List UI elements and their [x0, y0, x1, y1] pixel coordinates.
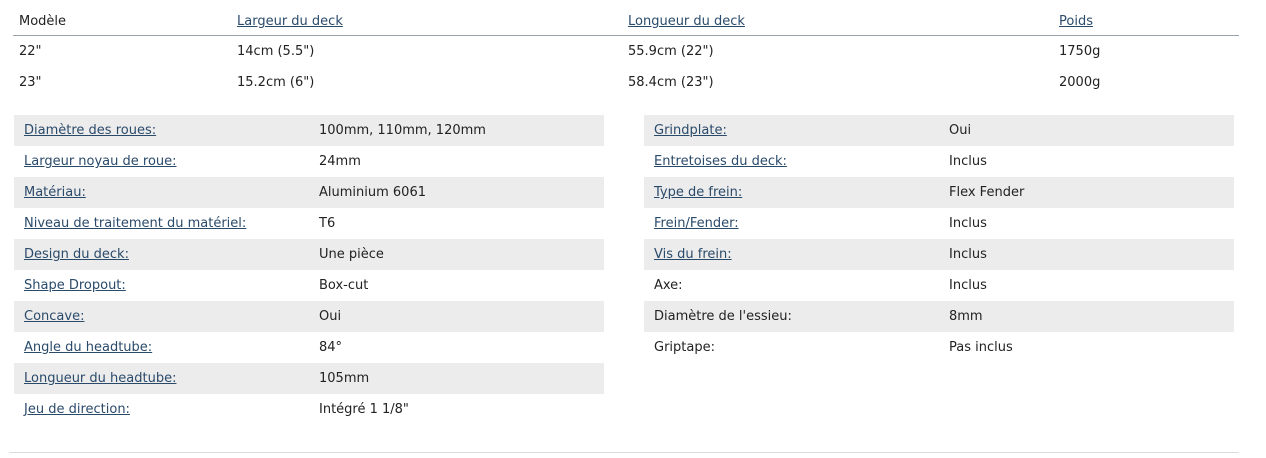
spec-row: Largeur noyau de roue: 24mm	[14, 146, 604, 177]
sizes-header-row: Modèle Largeur du deck Longueur du deck …	[13, 0, 1239, 36]
spec-row: Niveau de traitement du matériel: T6	[14, 208, 604, 239]
cell-longueur: 58.4cm (23")	[628, 75, 714, 90]
cell-poids: 2000g	[1059, 75, 1101, 90]
spec-row: Longueur du headtube: 105mm	[14, 363, 604, 394]
spec-label: Griptape:	[654, 340, 715, 355]
specs-left-table: Diamètre des roues: 100mm, 110mm, 120mm …	[14, 115, 604, 425]
spec-value: Flex Fender	[949, 185, 1025, 200]
spec-label-link[interactable]: Largeur noyau de roue:	[24, 146, 177, 177]
spec-label-link[interactable]: Concave:	[24, 301, 84, 332]
spec-row: Concave: Oui	[14, 301, 604, 332]
spec-label-link[interactable]: Jeu de direction:	[24, 394, 130, 425]
spec-label-link[interactable]: Angle du headtube:	[24, 332, 152, 363]
spec-label: Diamètre de l'essieu:	[654, 309, 792, 324]
spec-row: Diamètre des roues: 100mm, 110mm, 120mm	[14, 115, 604, 146]
cell-modele: 22"	[19, 44, 42, 59]
spec-value: Inclus	[949, 216, 987, 231]
specs-right-table: Grindplate: Oui Entretoises du deck: Inc…	[644, 115, 1234, 363]
spec-label-link[interactable]: Diamètre des roues:	[24, 115, 156, 146]
spec-row: Entretoises du deck: Inclus	[644, 146, 1234, 177]
spec-row: Grindplate: Oui	[644, 115, 1234, 146]
spec-row: Matériau: Aluminium 6061	[14, 177, 604, 208]
divider	[9, 452, 1239, 453]
spec-row: Diamètre de l'essieu: 8mm	[644, 301, 1234, 332]
spec-value: Pas inclus	[949, 340, 1013, 355]
cell-largeur: 14cm (5.5")	[237, 44, 315, 59]
spec-label-link[interactable]: Grindplate:	[654, 115, 727, 146]
cell-modele: 23"	[19, 75, 42, 90]
spec-value: Box-cut	[319, 278, 369, 293]
spec-row: Design du deck: Une pièce	[14, 239, 604, 270]
spec-value: 100mm, 110mm, 120mm	[319, 123, 486, 138]
spec-label: Axe:	[654, 278, 683, 293]
spec-value: Inclus	[949, 247, 987, 262]
spec-row: Shape Dropout: Box-cut	[14, 270, 604, 301]
spec-value: 84°	[319, 340, 343, 355]
sizes-table: Modèle Largeur du deck Longueur du deck …	[13, 0, 1239, 98]
cell-largeur: 15.2cm (6")	[237, 75, 315, 90]
table-row: 22" 14cm (5.5") 55.9cm (22") 1750g	[13, 36, 1239, 67]
spec-value: Oui	[319, 309, 342, 324]
spec-value: Oui	[949, 123, 972, 138]
spec-value: 105mm	[319, 371, 370, 386]
spec-value: Aluminium 6061	[319, 185, 426, 200]
spec-value: Intégré 1 1/8"	[319, 402, 409, 417]
spec-label-link[interactable]: Longueur du headtube:	[24, 363, 176, 394]
spec-value: Inclus	[949, 278, 987, 293]
spec-label-link[interactable]: Shape Dropout:	[24, 270, 126, 301]
spec-row: Vis du frein: Inclus	[644, 239, 1234, 270]
spec-label-link[interactable]: Vis du frein:	[654, 239, 732, 270]
spec-label-link[interactable]: Type de frein:	[654, 177, 742, 208]
spec-row: Axe: Inclus	[644, 270, 1234, 301]
cell-poids: 1750g	[1059, 44, 1101, 59]
spec-row: Griptape: Pas inclus	[644, 332, 1234, 363]
table-row: 23" 15.2cm (6") 58.4cm (23") 2000g	[13, 67, 1239, 98]
cell-longueur: 55.9cm (22")	[628, 44, 714, 59]
spec-label-link[interactable]: Matériau:	[24, 177, 86, 208]
spec-value: 8mm	[949, 309, 983, 324]
spec-label-link[interactable]: Design du deck:	[24, 239, 129, 270]
spec-row: Type de frein: Flex Fender	[644, 177, 1234, 208]
spec-value: Une pièce	[319, 247, 384, 262]
spec-label-link[interactable]: Frein/Fender:	[654, 208, 739, 239]
spec-label-link[interactable]: Entretoises du deck:	[654, 146, 787, 177]
spec-row: Jeu de direction: Intégré 1 1/8"	[14, 394, 604, 425]
spec-value: T6	[319, 216, 336, 231]
spec-label-link[interactable]: Niveau de traitement du matériel:	[24, 208, 246, 239]
spec-row: Angle du headtube: 84°	[14, 332, 604, 363]
spec-value: 24mm	[319, 154, 361, 169]
spec-value: Inclus	[949, 154, 987, 169]
spec-row: Frein/Fender: Inclus	[644, 208, 1234, 239]
